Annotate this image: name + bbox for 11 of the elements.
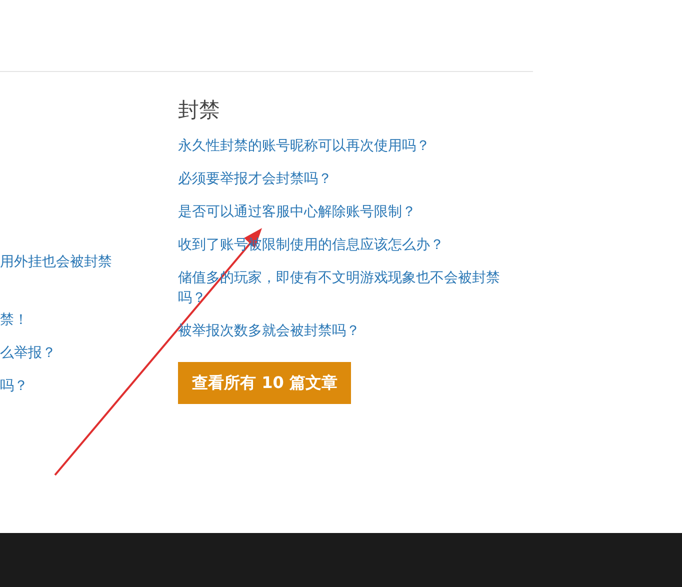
article-link[interactable]: 用外挂也会被封禁 [0,252,112,272]
article-link[interactable]: 禁！ [0,310,28,330]
article-link[interactable]: 必须要举报才会封禁吗？ [178,169,332,189]
section-heading: 封禁 [178,97,220,124]
view-all-button[interactable]: 查看所有 10 篇文章 [178,362,352,404]
article-link[interactable]: 么举报？ [0,343,56,363]
article-link[interactable]: 吗？ [0,376,28,396]
article-link[interactable]: 被举报次数多就会被封禁吗？ [178,321,360,341]
article-link[interactable]: 储值多的玩家，即使有不文明游戏现象也不会被封禁吗？ [178,268,518,308]
article-link[interactable]: 是否可以通过客服中心解除账号限制？ [178,202,416,222]
article-link[interactable]: 永久性封禁的账号昵称可以再次使用吗？ [178,136,430,156]
